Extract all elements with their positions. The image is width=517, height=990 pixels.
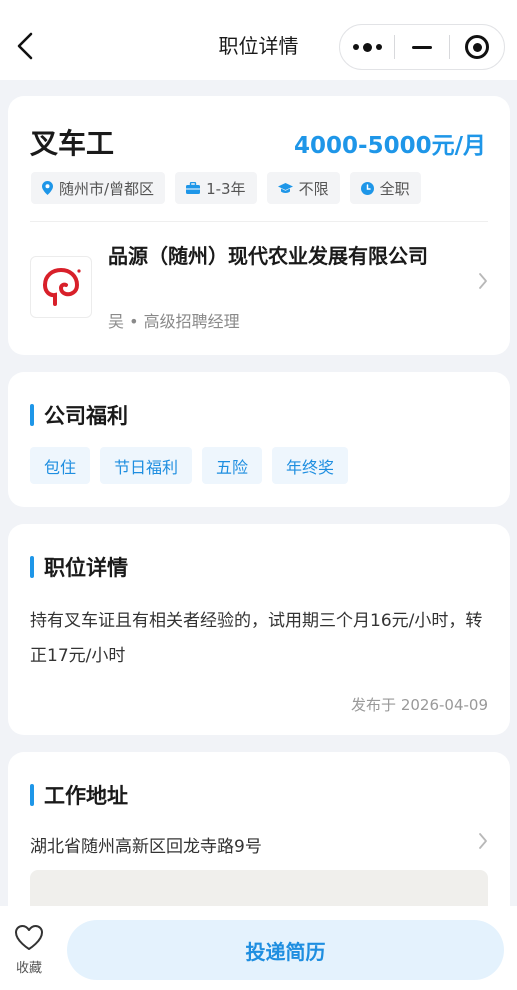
benefit-tag: 五险 (202, 447, 263, 484)
section-title-label: 职位详情 (44, 556, 128, 580)
benefit-tag: 节日福利 (100, 447, 193, 484)
job-tags: 随州市/曾都区 1-3年 不限 全职 (31, 172, 421, 204)
minus-icon (412, 45, 432, 49)
favorite-button[interactable]: 收藏 (8, 924, 50, 976)
section-accent-bar (30, 784, 34, 806)
section-title: 职位详情 (30, 552, 128, 582)
graduation-cap-icon (277, 182, 293, 193)
section-title-label: 公司福利 (44, 404, 128, 428)
location-pin-icon (42, 181, 53, 195)
section-title: 工作地址 (30, 780, 128, 810)
tag-location: 随州市/曾都区 (31, 172, 166, 204)
bottom-action-bar: 收藏 投递简历 (0, 906, 517, 990)
work-address[interactable]: 湖北省随州高新区回龙寺路9号 (30, 832, 262, 857)
company-logo (30, 256, 92, 318)
company-info-row[interactable]: 品源（随州）现代农业发展有限公司 吴 • 高级招聘经理 (30, 234, 488, 344)
tag-label: 全职 (379, 179, 410, 198)
heart-icon (15, 925, 43, 950)
tag-label: 1-3年 (206, 179, 246, 198)
publish-date: 发布于 2026-04-09 (351, 696, 488, 714)
close-miniprogram-button[interactable] (450, 25, 504, 69)
job-title: 叉车工 (30, 127, 115, 160)
chevron-right-icon[interactable] (478, 832, 488, 850)
salary: 4000-5000元/月 (294, 133, 486, 159)
chevron-right-icon (479, 273, 487, 289)
job-details-card: 职位详情 持有叉车证且有相关者经验的，试用期三个月16元/小时，转正17元/小时… (8, 524, 510, 735)
more-dots-icon (352, 42, 382, 52)
tag-experience: 1-3年 (175, 172, 257, 204)
section-title: 公司福利 (30, 400, 128, 430)
benefit-tag: 包住 (30, 447, 91, 484)
minimize-button[interactable] (395, 25, 449, 69)
tag-label: 随州市/曾都区 (59, 179, 155, 198)
favorite-label: 收藏 (15, 961, 42, 976)
benefit-tag: 年终奖 (272, 447, 349, 484)
apply-button[interactable]: 投递简历 (67, 920, 504, 980)
section-accent-bar (30, 404, 34, 426)
tag-job-type: 全职 (349, 172, 421, 204)
section-title-label: 工作地址 (44, 784, 128, 808)
job-description: 持有叉车证且有相关者经验的，试用期三个月16元/小时，转正17元/小时 (30, 611, 483, 666)
nav-bar: 职位详情 (0, 0, 517, 80)
company-name: 品源（随州）现代农业发展有限公司 (108, 244, 428, 268)
clock-icon (360, 181, 374, 195)
target-icon (465, 35, 489, 59)
tag-label: 不限 (298, 179, 329, 198)
benefit-tags: 包住 节日福利 五险 年终奖 (30, 447, 349, 484)
tag-education: 不限 (266, 172, 340, 204)
mini-program-capsule (339, 24, 505, 70)
mushroom-logo-icon (43, 267, 81, 306)
job-summary-card: 叉车工 4000-5000元/月 随州市/曾都区 1-3年 不限 全职 品源（随… (8, 96, 510, 355)
section-accent-bar (30, 556, 34, 578)
briefcase-icon (186, 182, 201, 194)
divider (30, 221, 488, 222)
recruiter-info: 吴 • 高级招聘经理 (108, 312, 240, 331)
more-button[interactable] (340, 25, 394, 69)
benefits-card: 公司福利 包住 节日福利 五险 年终奖 (8, 372, 510, 507)
